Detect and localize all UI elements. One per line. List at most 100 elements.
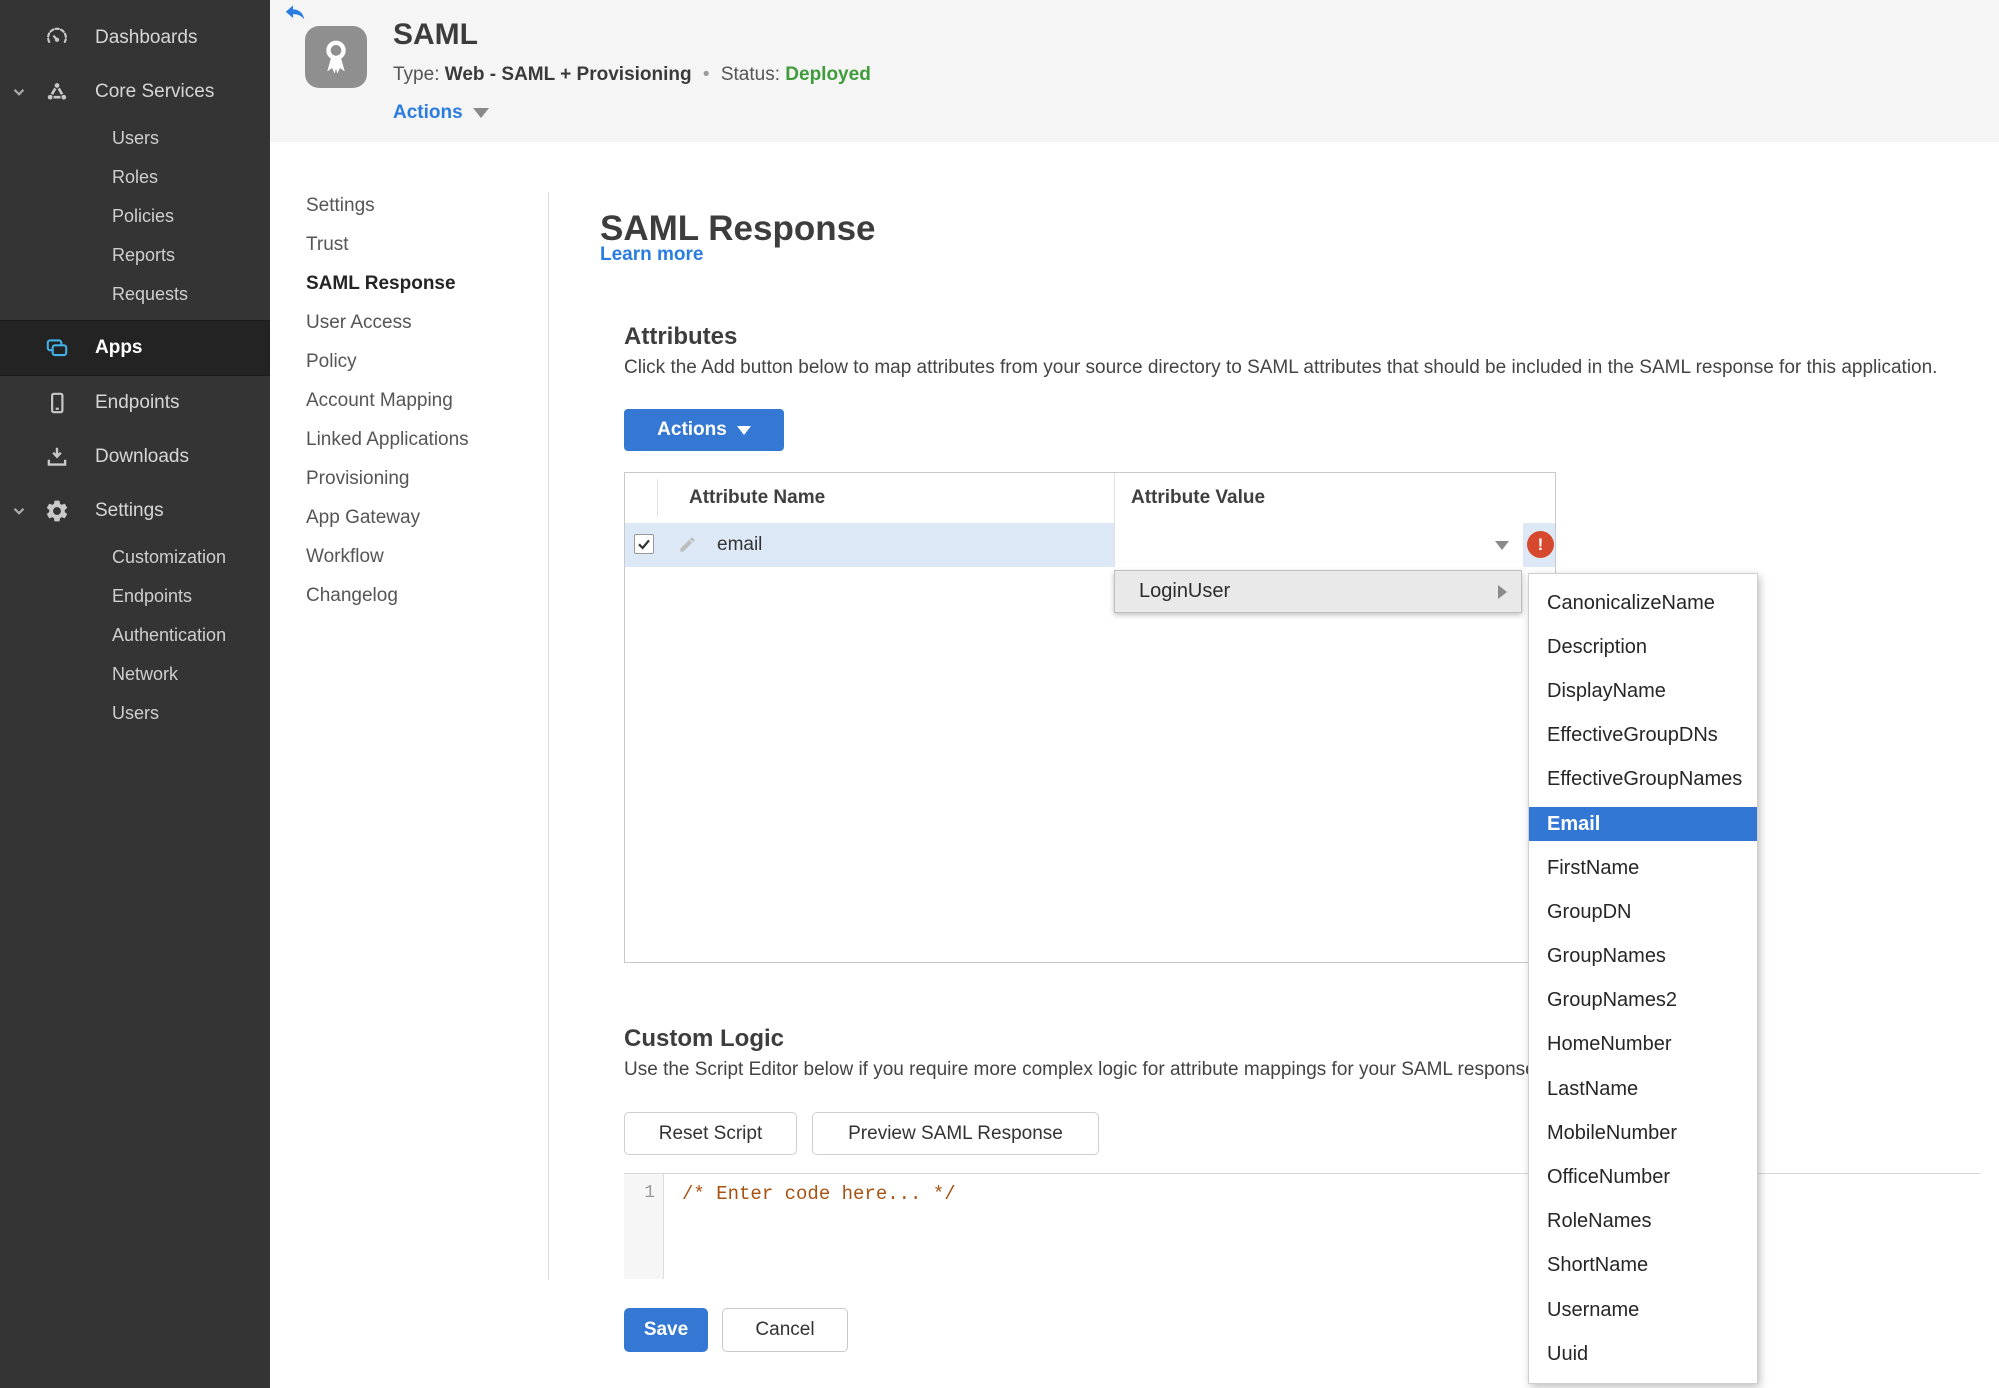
sidebar-item-settings-endpoints[interactable]: Endpoints <box>0 577 270 616</box>
table-row[interactable]: email <box>625 523 1555 567</box>
subnav-item-changelog[interactable]: Changelog <box>306 576 536 615</box>
back-arrow-icon[interactable] <box>283 2 307 26</box>
sidebar: Dashboards Core Services Users Roles Pol… <box>0 0 270 1388</box>
download-icon <box>44 444 70 470</box>
subnav-item-trust[interactable]: Trust <box>306 225 536 264</box>
sidebar-item-roles[interactable]: Roles <box>0 158 270 197</box>
row-checkbox[interactable] <box>634 534 654 554</box>
sidebar-item-core-services[interactable]: Core Services <box>0 65 270 119</box>
table-header-row: Attribute Name Attribute Value <box>625 473 1555 524</box>
meta-separator: • <box>702 64 710 85</box>
error-icon <box>1527 531 1554 558</box>
subnav-item-workflow[interactable]: Workflow <box>306 537 536 576</box>
app-title: SAML <box>393 18 478 51</box>
column-divider <box>657 479 658 517</box>
subnav-item-policy[interactable]: Policy <box>306 342 536 381</box>
caret-down-icon <box>736 425 751 435</box>
app-subnav: Settings Trust SAML Response User Access… <box>306 186 536 615</box>
editor-code[interactable]: /* Enter code here... */ <box>682 1183 956 1205</box>
sidebar-item-dashboards[interactable]: Dashboards <box>0 11 270 65</box>
attributes-actions-button[interactable]: Actions <box>624 409 784 451</box>
submenu-item-homenumber[interactable]: HomeNumber <box>1529 1023 1757 1067</box>
sidebar-item-downloads[interactable]: Downloads <box>0 430 270 484</box>
cluster-icon <box>44 79 70 105</box>
attribute-value-select[interactable] <box>1114 523 1523 567</box>
sidebar-item-reports[interactable]: Reports <box>0 236 270 275</box>
app-icon-tile <box>305 26 367 88</box>
submenu-item-firstname[interactable]: FirstName <box>1529 846 1757 890</box>
chevron-down-icon <box>10 83 28 101</box>
submenu-item-effectivegroupnames[interactable]: EffectiveGroupNames <box>1529 758 1757 802</box>
submenu-item-rolenames[interactable]: RoleNames <box>1529 1200 1757 1244</box>
submenu-item-shortname[interactable]: ShortName <box>1529 1244 1757 1288</box>
sidebar-item-label: Core Services <box>95 81 215 102</box>
sidebar-item-label: Downloads <box>95 446 189 467</box>
custom-logic-description: Use the Script Editor below if you requi… <box>624 1059 1541 1080</box>
submenu-item-groupnames2[interactable]: GroupNames2 <box>1529 979 1757 1023</box>
sidebar-item-users[interactable]: Users <box>0 119 270 158</box>
sidebar-item-settings-users[interactable]: Users <box>0 694 270 733</box>
attribute-name-cell: email <box>717 534 763 555</box>
submenu-item-groupnames[interactable]: GroupNames <box>1529 935 1757 979</box>
sidebar-item-authentication[interactable]: Authentication <box>0 616 270 655</box>
gear-icon <box>44 498 70 524</box>
save-button[interactable]: Save <box>624 1308 708 1352</box>
status-label: Status: <box>720 64 780 85</box>
sidebar-item-policies[interactable]: Policies <box>0 197 270 236</box>
menu-item-loginuser: LoginUser <box>1139 580 1231 602</box>
column-header-attribute-name: Attribute Name <box>689 487 826 508</box>
subnav-item-user-access[interactable]: User Access <box>306 303 536 342</box>
subnav-item-saml-response[interactable]: SAML Response <box>306 264 536 303</box>
chevron-down-icon <box>10 502 28 520</box>
sidebar-item-network[interactable]: Network <box>0 655 270 694</box>
value-submenu: CanonicalizeName Description DisplayName… <box>1528 573 1758 1385</box>
sidebar-item-requests[interactable]: Requests <box>0 275 270 314</box>
submenu-item-mobilenumber[interactable]: MobileNumber <box>1529 1111 1757 1155</box>
submenu-item-lastname[interactable]: LastName <box>1529 1067 1757 1111</box>
subnav-item-app-gateway[interactable]: App Gateway <box>306 498 536 537</box>
preview-saml-response-button[interactable]: Preview SAML Response <box>812 1112 1099 1155</box>
custom-logic-heading: Custom Logic <box>624 1024 784 1052</box>
subnav-item-linked-applications[interactable]: Linked Applications <box>306 420 536 459</box>
submenu-item-email[interactable]: Email <box>1529 802 1757 846</box>
submenu-item-username[interactable]: Username <box>1529 1288 1757 1332</box>
sidebar-item-endpoints[interactable]: Endpoints <box>0 376 270 430</box>
learn-more-link[interactable]: Learn more <box>600 244 703 266</box>
attributes-table: Attribute Name Attribute Value email <box>624 472 1556 963</box>
type-label: Type: <box>393 64 440 85</box>
submenu-item-uuid[interactable]: Uuid <box>1529 1332 1757 1376</box>
line-number: 1 <box>644 1183 655 1203</box>
sidebar-item-settings[interactable]: Settings <box>0 484 270 538</box>
editor-gutter: 1 <box>624 1174 664 1279</box>
subnav-divider <box>548 192 549 1280</box>
submenu-item-canonicalizename[interactable]: CanonicalizeName <box>1529 581 1757 625</box>
script-editor[interactable]: 1 /* Enter code here... */ <box>624 1173 1980 1279</box>
header-actions-menu[interactable]: Actions <box>393 102 489 124</box>
status-badge: Deployed <box>785 64 871 85</box>
actions-button-label: Actions <box>657 419 727 440</box>
sidebar-item-apps[interactable]: Apps <box>0 320 270 376</box>
sidebar-item-customization[interactable]: Customization <box>0 538 270 577</box>
sidebar-item-label: Dashboards <box>95 27 198 48</box>
submenu-arrow-icon <box>1498 584 1507 599</box>
value-dropdown-menu[interactable]: LoginUser <box>1114 570 1522 613</box>
sidebar-item-label: Apps <box>95 337 143 358</box>
attributes-description: Click the Add button below to map attrib… <box>624 357 1938 378</box>
cancel-button[interactable]: Cancel <box>722 1308 848 1352</box>
app-page: Dashboards Core Services Users Roles Pol… <box>0 0 1999 1388</box>
subnav-item-settings[interactable]: Settings <box>306 186 536 225</box>
apps-icon <box>44 335 70 361</box>
submenu-item-displayname[interactable]: DisplayName <box>1529 669 1757 713</box>
subnav-item-provisioning[interactable]: Provisioning <box>306 459 536 498</box>
app-meta-line: Type: Web - SAML + Provisioning • Status… <box>393 64 871 86</box>
submenu-item-groupdn[interactable]: GroupDN <box>1529 890 1757 934</box>
caret-down-icon <box>1495 541 1509 550</box>
device-icon <box>44 390 70 416</box>
column-header-attribute-value: Attribute Value <box>1131 487 1266 508</box>
submenu-item-description[interactable]: Description <box>1529 625 1757 669</box>
subnav-item-account-mapping[interactable]: Account Mapping <box>306 381 536 420</box>
reset-script-button[interactable]: Reset Script <box>624 1112 797 1155</box>
edit-pencil-icon[interactable] <box>678 535 697 554</box>
submenu-item-effectivegroupdns[interactable]: EffectiveGroupDNs <box>1529 714 1757 758</box>
submenu-item-officenumber[interactable]: OfficeNumber <box>1529 1155 1757 1199</box>
